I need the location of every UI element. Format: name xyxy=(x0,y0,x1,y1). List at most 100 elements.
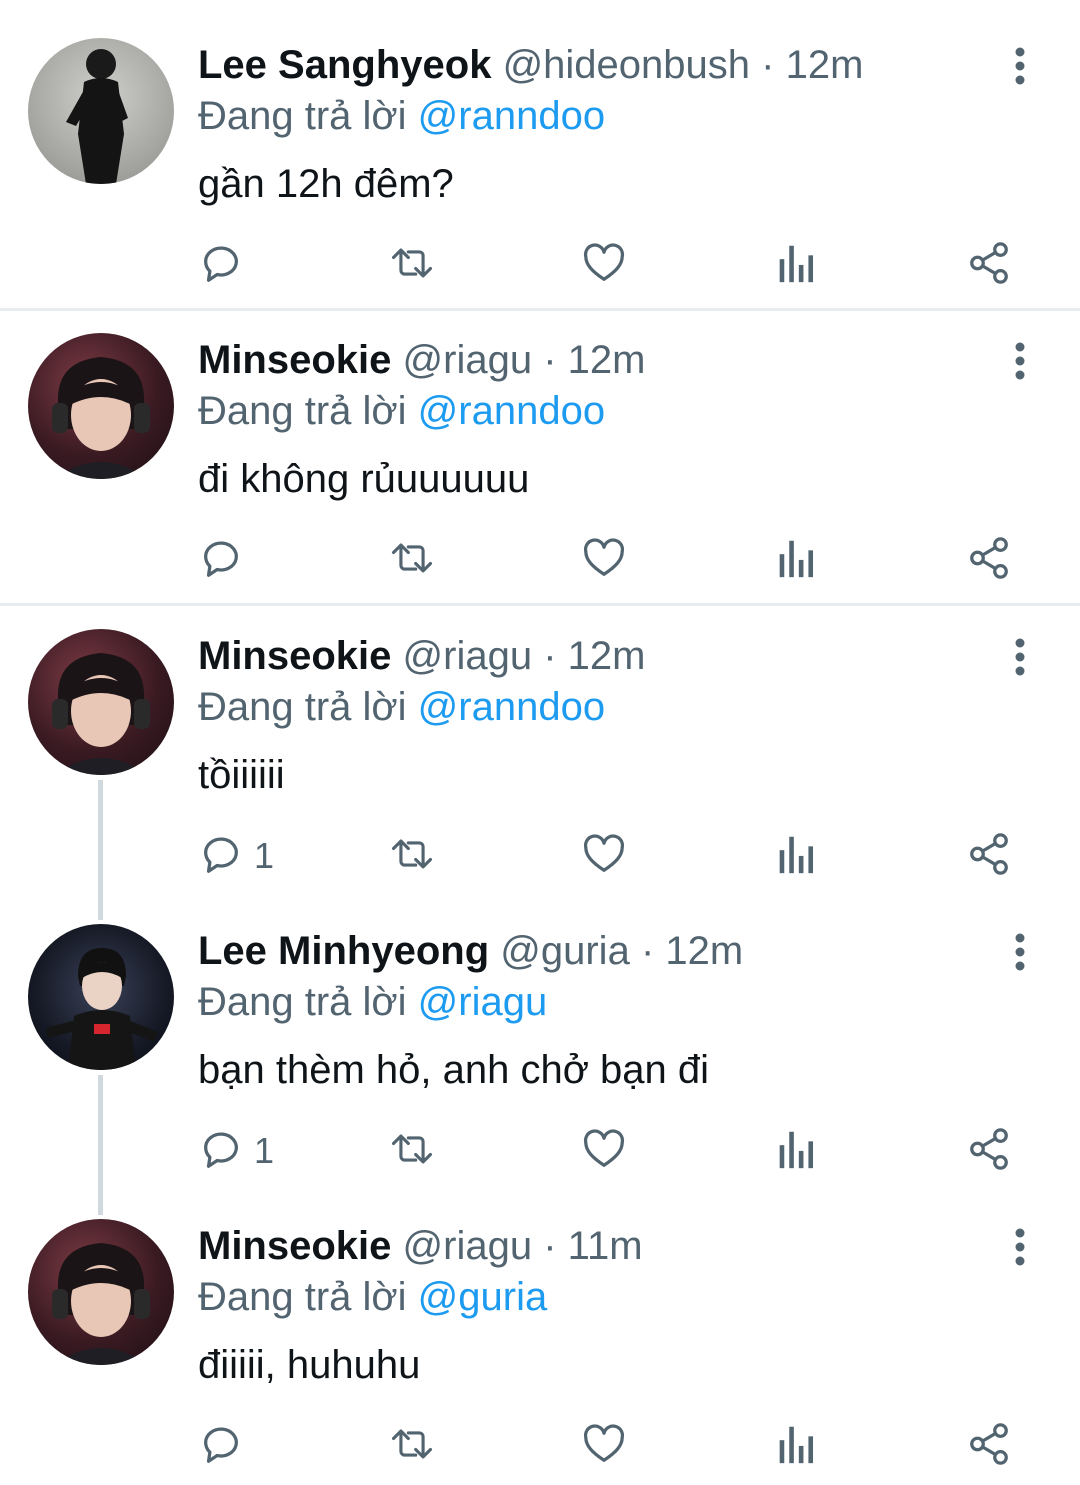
reply-count: 1 xyxy=(254,835,275,876)
tweet[interactable]: Minseokie @riagu · 11m Đang trả lời @gur… xyxy=(0,1181,1080,1485)
share-icon xyxy=(966,831,1012,882)
share-icon xyxy=(966,535,1012,586)
share-button[interactable] xyxy=(966,240,1012,290)
more-vertical-icon[interactable] xyxy=(996,633,1044,681)
avatar[interactable] xyxy=(28,333,174,479)
author-handle[interactable]: @riagu xyxy=(403,338,533,382)
replying-prefix: Đang trả lời xyxy=(198,389,407,433)
author-handle[interactable]: @riagu xyxy=(403,1224,533,1268)
share-button[interactable] xyxy=(966,831,1012,881)
replying-to: Đang trả lời @ranndoo xyxy=(198,683,605,731)
separator-dot: · xyxy=(640,929,655,973)
views-button[interactable] xyxy=(775,1126,815,1176)
replying-to: Đang trả lời @guria xyxy=(198,1273,547,1321)
avatar[interactable] xyxy=(28,924,174,1070)
reply-icon xyxy=(198,1126,244,1177)
mention-link[interactable]: @ranndoo xyxy=(418,94,605,138)
timestamp[interactable]: 11m xyxy=(568,1224,643,1268)
avatar[interactable] xyxy=(28,629,174,775)
more-vertical-icon[interactable] xyxy=(996,1223,1044,1271)
replying-prefix: Đang trả lời xyxy=(198,685,407,729)
like-button[interactable] xyxy=(581,240,627,290)
views-icon xyxy=(775,535,815,586)
mention-link[interactable]: @guria xyxy=(418,1275,548,1319)
retweet-icon xyxy=(388,240,436,291)
tweet-text: đi không rủuuuuuu xyxy=(198,457,530,501)
share-icon xyxy=(966,1421,1012,1472)
views-button[interactable] xyxy=(775,1421,815,1471)
replying-to: Đang trả lời @riagu xyxy=(198,978,547,1026)
author-name[interactable]: Lee Minhyeong xyxy=(198,929,489,973)
more-vertical-icon[interactable] xyxy=(996,337,1044,385)
more-vertical-icon[interactable] xyxy=(996,928,1044,976)
retweet-icon xyxy=(388,535,436,586)
retweet-button[interactable] xyxy=(388,535,436,585)
retweet-icon xyxy=(388,831,436,882)
timestamp[interactable]: 12m xyxy=(786,43,864,87)
views-button[interactable] xyxy=(775,535,815,585)
tweet[interactable]: Lee Minhyeong @guria · 12m Đang trả lời … xyxy=(0,886,1080,1186)
replying-prefix: Đang trả lời xyxy=(198,1275,407,1319)
share-icon xyxy=(966,1126,1012,1177)
author-name[interactable]: Minseokie xyxy=(198,634,391,678)
action-bar: 1 xyxy=(0,1126,1080,1176)
author-name[interactable]: Minseokie xyxy=(198,1224,391,1268)
views-icon xyxy=(775,1421,815,1472)
tweet[interactable]: Minseokie @riagu · 12m Đang trả lời @ran… xyxy=(0,295,1080,605)
separator-dot: · xyxy=(543,338,557,382)
share-icon xyxy=(966,240,1012,291)
replying-to: Đang trả lời @ranndoo xyxy=(198,92,605,140)
author-handle[interactable]: @hideonbush xyxy=(503,43,750,87)
reply-button[interactable] xyxy=(198,240,254,290)
author-handle[interactable]: @riagu xyxy=(403,634,533,678)
retweet-button[interactable] xyxy=(388,831,436,881)
author-name[interactable]: Minseokie xyxy=(198,338,391,382)
timestamp[interactable]: 12m xyxy=(665,929,743,973)
author-handle[interactable]: @guria xyxy=(500,929,630,973)
retweet-button[interactable] xyxy=(388,1421,436,1471)
share-button[interactable] xyxy=(966,1126,1012,1176)
retweet-button[interactable] xyxy=(388,240,436,290)
mention-link[interactable]: @ranndoo xyxy=(418,389,605,433)
tweet-text: điiiii, huhuhu xyxy=(198,1343,421,1387)
timestamp[interactable]: 12m xyxy=(568,634,646,678)
heart-icon xyxy=(581,831,627,882)
tweet-header: Lee Minhyeong @guria · 12m xyxy=(198,926,1080,976)
replying-prefix: Đang trả lời xyxy=(198,980,407,1024)
timestamp[interactable]: 12m xyxy=(568,338,646,382)
like-button[interactable] xyxy=(581,1421,627,1471)
tweet-text: tồiiiiii xyxy=(198,753,285,797)
retweet-button[interactable] xyxy=(388,1126,436,1176)
tweet[interactable]: Lee Sanghyeok @hideonbush · 12m Đang trả… xyxy=(0,0,1080,310)
views-button[interactable] xyxy=(775,831,815,881)
reply-count: 1 xyxy=(254,1130,275,1171)
reply-icon xyxy=(198,535,244,586)
like-button[interactable] xyxy=(581,535,627,585)
tweet-header: Minseokie @riagu · 11m xyxy=(198,1221,1080,1271)
like-button[interactable] xyxy=(581,831,627,881)
like-button[interactable] xyxy=(581,1126,627,1176)
reply-button[interactable] xyxy=(198,535,254,585)
replying-prefix: Đang trả lời xyxy=(198,94,407,138)
reply-button[interactable]: 1 xyxy=(198,1126,274,1176)
separator-dot: · xyxy=(543,634,557,678)
tweet-header: Minseokie @riagu · 12m xyxy=(198,335,1080,385)
mention-link[interactable]: @riagu xyxy=(418,980,548,1024)
avatar[interactable] xyxy=(28,38,174,184)
share-button[interactable] xyxy=(966,1421,1012,1471)
share-button[interactable] xyxy=(966,535,1012,585)
retweet-icon xyxy=(388,1126,436,1177)
mention-link[interactable]: @ranndoo xyxy=(418,685,605,729)
separator-dot: · xyxy=(761,43,775,87)
views-button[interactable] xyxy=(775,240,815,290)
reply-button[interactable]: 1 xyxy=(198,831,274,881)
avatar[interactable] xyxy=(28,1219,174,1365)
author-name[interactable]: Lee Sanghyeok xyxy=(198,43,491,87)
more-vertical-icon[interactable] xyxy=(996,42,1044,90)
reply-icon xyxy=(198,831,244,882)
retweet-icon xyxy=(388,1421,436,1472)
action-bar xyxy=(0,535,1080,585)
views-icon xyxy=(775,1126,815,1177)
reply-button[interactable] xyxy=(198,1421,254,1471)
tweet[interactable]: Minseokie @riagu · 12m Đang trả lời @ran… xyxy=(0,591,1080,891)
